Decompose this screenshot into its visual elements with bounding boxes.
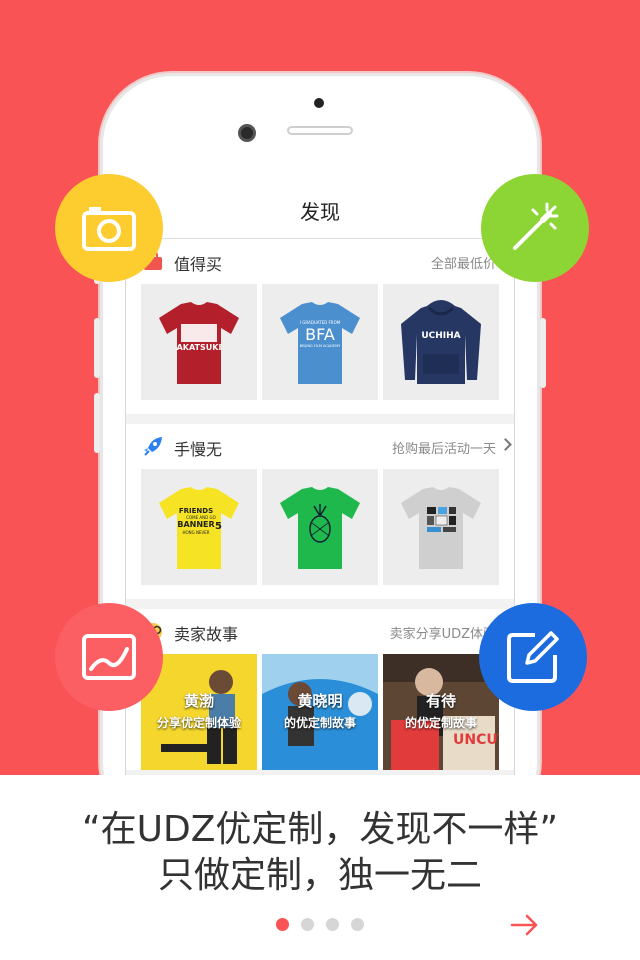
edit-icon (507, 631, 559, 683)
svg-text:BEIJING FILM ACADEMY: BEIJING FILM ACADEMY (300, 344, 341, 348)
section-title: 卖家故事 (174, 625, 239, 644)
story-caption: 分享优定制体验 (156, 716, 241, 730)
story-caption: 的优定制故事 (404, 716, 477, 730)
yellow-tshirt-image: FRIENDS COME AND GO BANNER 5 HONG NEVER (159, 487, 239, 569)
story-card[interactable]: 黄晓明 的优定制故事 (262, 654, 378, 770)
story-name: 有待 (425, 692, 456, 710)
grey-tshirt-image (401, 487, 481, 569)
section-title: 值得买 (174, 255, 223, 274)
magic-wand-button[interactable] (481, 174, 589, 282)
product-card[interactable] (262, 469, 378, 585)
green-tshirt-image (280, 487, 360, 569)
story-name: 黄渤 (183, 692, 214, 710)
camera-icon (82, 207, 136, 251)
page-dot[interactable] (301, 918, 314, 931)
red-tshirt-image: AKATSUKI (159, 302, 239, 384)
product-row: AKATSUKI I GRADUATED FROM BFA BEIJING FI… (126, 284, 514, 414)
section-hand-slow: 手慢无 抢购最后活动一天 FRIENDS COME AND GO BANNER … (126, 424, 514, 599)
magic-wand-icon (513, 202, 559, 250)
page-indicator (276, 918, 364, 931)
svg-text:UCHIHA: UCHIHA (421, 331, 460, 341)
section-more-link[interactable]: 抢购最后活动一天 (392, 438, 496, 457)
section-header[interactable]: 手慢无 抢购最后活动一天 (126, 424, 514, 469)
tagline-line1: “在UDZ优定制，发现不一样” (81, 809, 559, 850)
product-card[interactable]: I GRADUATED FROM BFA BEIJING FILM ACADEM… (262, 284, 378, 400)
product-row: FRIENDS COME AND GO BANNER 5 HONG NEVER (126, 469, 514, 599)
edit-button[interactable] (479, 603, 587, 711)
app-screen: 发现 值得买 全部最低价 AKATSUKI I GRADUATED FROM B… (125, 183, 515, 775)
navy-hoodie-image: UCHIHA (401, 300, 481, 384)
phone-sensor (314, 98, 324, 108)
camera-button[interactable] (55, 174, 163, 282)
story-name: 黄晓明 (297, 692, 343, 710)
svg-text:5: 5 (215, 521, 222, 532)
svg-text:UNCUT: UNCUT (453, 732, 499, 748)
section-header[interactable]: 值得买 全部最低价 (126, 239, 514, 284)
svg-text:BFA: BFA (305, 325, 335, 344)
section-more-link[interactable]: 卖家分享UDZ体验 (390, 623, 496, 642)
section-title: 手慢无 (174, 440, 223, 459)
page-dot[interactable] (351, 918, 364, 931)
section-worth-buying: 值得买 全部最低价 AKATSUKI I GRADUATED FROM BFA … (126, 239, 514, 414)
story-photo (262, 654, 378, 770)
page-title: 发现 (126, 183, 514, 239)
svg-text:HONG NEVER: HONG NEVER (182, 530, 209, 535)
page-dot[interactable] (326, 918, 339, 931)
phone-camera (238, 124, 256, 142)
section-seller-story: 卖家故事 卖家分享UDZ体验 黄渤 分享优定制体验 黄晓明 的优定制故事 UNC… (126, 609, 514, 770)
svg-text:FRIENDS: FRIENDS (179, 507, 213, 515)
chevron-right-icon (499, 438, 512, 451)
phone-speaker (287, 126, 353, 135)
product-card[interactable]: FRIENDS COME AND GO BANNER 5 HONG NEVER (141, 469, 257, 585)
story-row: 黄渤 分享优定制体验 黄晓明 的优定制故事 UNCU 有待 的优定制故事 (126, 654, 514, 770)
blue-tshirt-image: I GRADUATED FROM BFA BEIJING FILM ACADEM… (280, 302, 360, 384)
svg-text:AKATSUKI: AKATSUKI (177, 343, 222, 352)
product-card[interactable] (383, 469, 499, 585)
rocket-icon (144, 437, 162, 456)
section-more-link[interactable]: 全部最低价 (431, 253, 496, 272)
svg-text:BANNER: BANNER (177, 520, 214, 529)
chart-icon (82, 634, 136, 680)
product-card[interactable]: AKATSUKI (141, 284, 257, 400)
section-header[interactable]: 卖家故事 卖家分享UDZ体验 (126, 609, 514, 654)
page-dot-active[interactable] (276, 918, 289, 931)
chart-button[interactable] (55, 603, 163, 711)
arrow-right-icon[interactable] (508, 908, 542, 942)
story-caption: 的优定制故事 (283, 716, 356, 730)
product-card[interactable]: UCHIHA (383, 284, 499, 400)
tagline-line2: 只做定制，独一无二 (157, 855, 482, 896)
